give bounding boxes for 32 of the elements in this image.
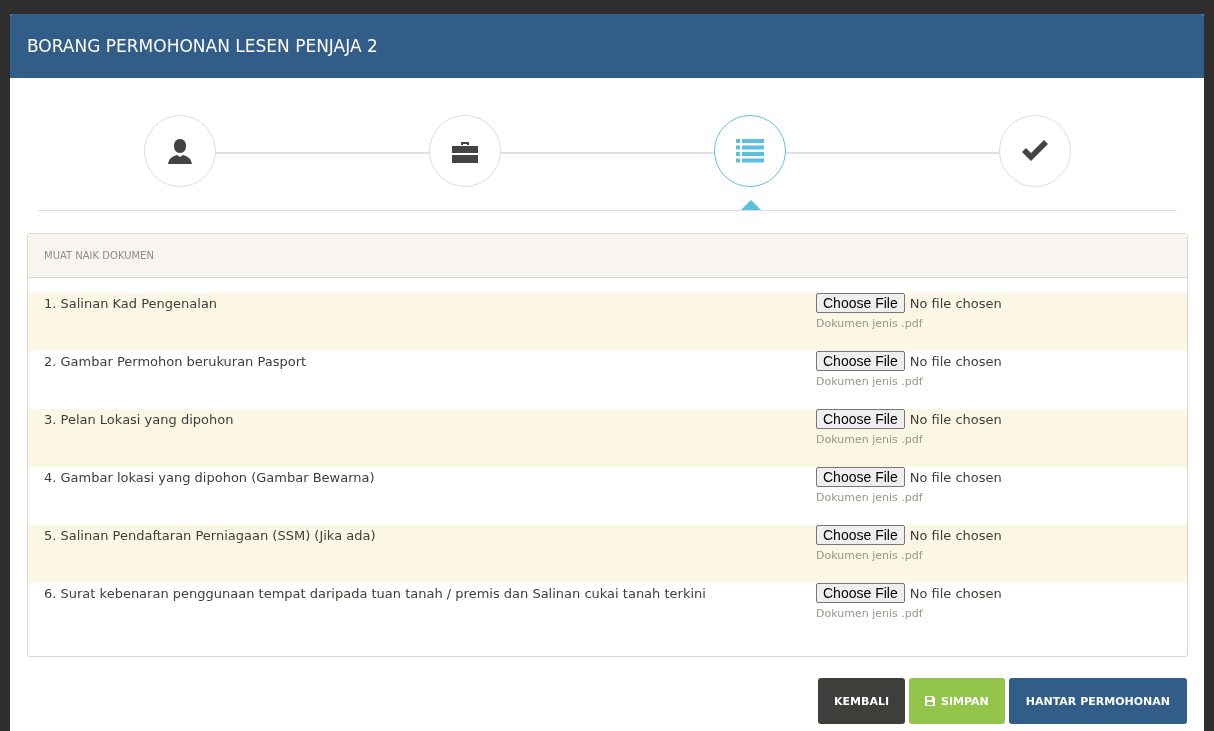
panel-title: MUAT NAIK DOKUMEN (44, 250, 154, 261)
choose-file-button[interactable]: Choose File (816, 409, 905, 429)
choose-file-button[interactable]: Choose File (816, 583, 905, 603)
window-title: BORANG PERMOHONAN LESEN PENJAJA 2 (27, 36, 378, 56)
file-status: No file chosen (909, 469, 1002, 485)
list-icon (735, 139, 764, 163)
file-status: No file chosen (909, 411, 1002, 427)
choose-file-button[interactable]: Choose File (816, 293, 905, 313)
document-label: 3. Pelan Lokasi yang dipohon (44, 411, 235, 429)
save-icon (925, 696, 936, 706)
file-status: No file chosen (909, 585, 1002, 601)
file-type-hint: Dokumen jenis .pdf (816, 549, 924, 562)
document-label: 6. Surat kebenaran penggunaan tempat daripada tuan tanah / premis dan Salinan cukai tanah terkini (44, 585, 707, 603)
document-label: 4. Gambar lokasi yang dipohon (Gambar Bewarna) (44, 469, 376, 487)
file-type-hint: Dokumen jenis .pdf (816, 607, 924, 620)
back-button[interactable]: KEMBALI (818, 678, 906, 724)
check-icon (1020, 140, 1049, 162)
document-label: 2. Gambar Permohon berukuran Pasport (44, 353, 308, 371)
file-status: No file chosen (909, 353, 1002, 369)
file-type-hint: Dokumen jenis .pdf (816, 491, 924, 504)
document-label: 1. Salinan Kad Pengenalan (44, 295, 219, 313)
file-status: No file chosen (909, 295, 1002, 311)
choose-file-button[interactable]: Choose File (816, 351, 905, 371)
choose-file-button[interactable]: Choose File (816, 467, 905, 487)
file-status: No file chosen (909, 527, 1002, 543)
person-icon (166, 137, 195, 165)
file-type-hint: Dokumen jenis .pdf (816, 317, 924, 330)
choose-file-button[interactable]: Choose File (816, 525, 905, 545)
document-label: 5. Salinan Pendaftaran Perniagaan (SSM) (Jika ada) (44, 527, 377, 545)
submit-button[interactable]: HANTAR PERMOHONAN (1008, 678, 1187, 724)
file-type-hint: Dokumen jenis .pdf (816, 375, 924, 388)
file-type-hint: Dokumen jenis .pdf (816, 433, 924, 446)
